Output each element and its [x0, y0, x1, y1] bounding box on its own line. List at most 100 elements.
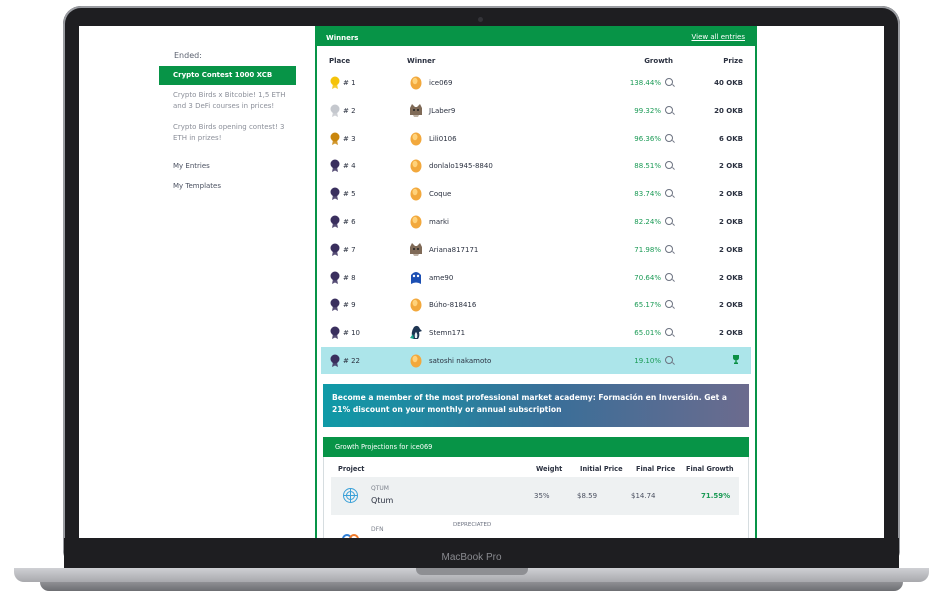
winner-place: # 8 — [343, 273, 356, 282]
medal-icon — [330, 104, 340, 117]
winner-row[interactable]: # 5 Coque 83.74% 2 OKB — [321, 180, 751, 207]
avatar[interactable] — [408, 324, 424, 340]
winner-row[interactable]: # 7 Ariana817171 71.98% 2 OKB — [321, 236, 751, 263]
view-all-entries-link[interactable]: View all entries — [691, 33, 745, 41]
winner-name[interactable]: Búho-818416 — [429, 301, 476, 309]
promo-banner[interactable]: Become a member of the most professional… — [323, 384, 749, 427]
growth-projections-panel: Growth Projections for ice069 Project We… — [323, 437, 749, 538]
sidebar-item-contest-opening[interactable]: Crypto Birds opening contest! 3 ETH in p… — [173, 122, 288, 144]
laptop-base-foot — [40, 582, 903, 591]
stage: Ended: Crypto Contest 1000 XCB Crypto Bi… — [0, 0, 943, 596]
winner-growth: 19.10% — [634, 357, 661, 365]
avatar[interactable] — [408, 296, 424, 312]
winner-name[interactable]: ame90 — [429, 274, 453, 282]
coin-final-growth: 71.59% — [701, 492, 731, 500]
sidebar-link-my-entries[interactable]: My Entries — [173, 162, 210, 170]
winner-place: # 6 — [343, 218, 356, 226]
winner-row[interactable]: # 2 JLaber9 99.32% 20 OKB — [321, 97, 751, 124]
magnifier-icon[interactable] — [665, 161, 673, 170]
winner-row[interactable]: # 8 ame90 70.64% 2 OKB — [321, 264, 751, 291]
winner-row[interactable]: # 1 ice069 138.44% 40 OKB — [321, 69, 751, 96]
winner-row[interactable]: # 10 Stemn171 65.01% 2 OKB — [321, 319, 751, 346]
col-winner: Winner — [407, 57, 436, 65]
winner-row[interactable]: # 9 Búho-818416 65.17% 2 OKB — [321, 291, 751, 318]
winner-name[interactable]: donlalo1945-8840 — [429, 162, 493, 170]
avatar[interactable] — [408, 102, 424, 118]
magnifier-icon[interactable] — [665, 328, 673, 337]
winners-header: Winners View all entries — [317, 26, 755, 46]
winner-name[interactable]: Lili0106 — [429, 135, 457, 143]
col-place: Place — [329, 57, 351, 65]
winner-place: # 10 — [343, 329, 360, 338]
winner-growth: 88.51% — [634, 162, 661, 171]
proj-col-initial: Initial Price — [580, 465, 623, 473]
avatar[interactable] — [408, 74, 424, 90]
winner-prize: 2 OKB — [718, 245, 743, 254]
col-growth: Growth — [644, 57, 673, 65]
magnifier-icon[interactable] — [665, 133, 673, 142]
winner-name[interactable]: JLaber9 — [429, 107, 455, 115]
device-label: MacBook Pro — [441, 552, 502, 563]
coin-final-price: $14.74 — [631, 492, 656, 500]
winner-growth: 71.98% — [634, 245, 661, 254]
coin-initial-price: $8.59 — [577, 492, 598, 500]
coin-symbol: DFN — [371, 526, 384, 533]
magnifier-icon[interactable] — [665, 217, 673, 225]
winner-row[interactable]: # 22 satoshi nakamoto 19.10% — [321, 347, 751, 374]
winner-growth: 99.32% — [634, 106, 661, 115]
winner-prize: 2 OKB — [718, 301, 743, 310]
winner-row[interactable]: # 4 donlalo1945-8840 88.51% 2 OKB — [321, 152, 751, 179]
avatar[interactable] — [408, 213, 424, 229]
winner-name[interactable]: Stemn171 — [429, 329, 465, 337]
winner-place: # 3 — [343, 134, 356, 143]
sidebar-link-my-templates[interactable]: My Templates — [173, 182, 221, 190]
magnifier-icon[interactable] — [665, 105, 673, 114]
coin-symbol: QTUM — [371, 485, 389, 492]
avatar[interactable] — [408, 241, 424, 257]
medal-icon — [330, 326, 340, 340]
magnifier-icon[interactable] — [665, 300, 673, 309]
medal-icon — [330, 271, 340, 284]
avatar[interactable] — [408, 157, 424, 173]
winner-prize: 6 OKB — [718, 134, 743, 143]
avatar[interactable] — [408, 269, 424, 285]
magnifier-icon[interactable] — [665, 189, 673, 198]
medal-icon — [330, 132, 340, 145]
dfn-coin-icon — [342, 534, 359, 538]
coin-name: Qtum — [371, 496, 394, 505]
winner-prize: 20 OKB — [714, 106, 743, 115]
proj-col-weight: Weight — [536, 465, 563, 473]
projection-row[interactable]: QTUM Qtum 35% $8.59 $14.74 71.59% — [331, 477, 739, 515]
winner-place: # 1 — [343, 79, 356, 87]
winner-name[interactable]: satoshi nakamoto — [429, 357, 491, 365]
avatar[interactable] — [408, 352, 424, 368]
depreciated-badge: DEPRECIATED — [453, 522, 492, 528]
sidebar-item-contest-bitcobie[interactable]: Crypto Birds x Bitcobie! 1,5 ETH and 3 D… — [173, 90, 288, 112]
avatar[interactable] — [408, 130, 424, 146]
coin-weight: 35% — [534, 492, 550, 500]
winner-prize: 2 OKB — [718, 190, 743, 199]
avatar[interactable] — [408, 185, 424, 201]
winner-place: # 22 — [343, 357, 360, 365]
magnifier-icon[interactable] — [665, 356, 673, 364]
winner-prize: 2 OKB — [718, 329, 743, 338]
projection-row[interactable]: DFN DEPRECIATED — [331, 518, 739, 538]
winner-name[interactable]: Ariana817171 — [429, 246, 478, 254]
main-panel: Winners View all entries Place Winner Gr… — [315, 26, 757, 538]
winner-row[interactable]: # 3 Lili0106 96.36% 6 OKB — [321, 125, 751, 152]
winner-name[interactable]: Coque — [429, 190, 451, 198]
medal-icon — [330, 215, 340, 228]
magnifier-icon[interactable] — [665, 272, 673, 281]
medal-icon — [330, 354, 340, 367]
winner-name[interactable]: marki — [429, 218, 449, 226]
winner-row[interactable]: # 6 marki 82.24% 2 OKB — [321, 208, 751, 235]
proj-col-growth: Final Growth — [686, 465, 734, 473]
proj-col-project: Project — [338, 465, 365, 473]
magnifier-icon[interactable] — [665, 244, 673, 253]
winner-prize: 2 OKB — [718, 162, 743, 171]
winners-title: Winners — [326, 34, 359, 42]
magnifier-icon[interactable] — [665, 78, 673, 86]
winner-name[interactable]: ice069 — [429, 79, 452, 87]
ended-label: Ended: — [174, 51, 202, 60]
sidebar-item-active-contest[interactable]: Crypto Contest 1000 XCB — [159, 66, 296, 85]
